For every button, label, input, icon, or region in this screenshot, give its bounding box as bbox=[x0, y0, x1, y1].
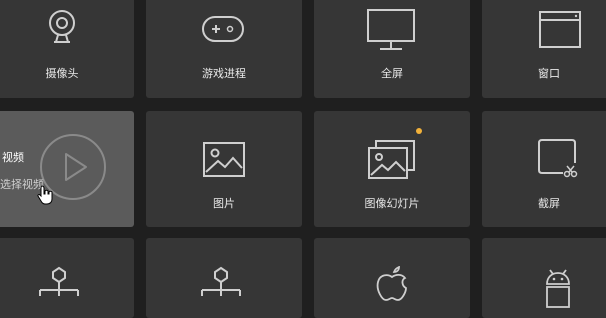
source-tile-screenshot[interactable]: 截屏 bbox=[482, 111, 606, 227]
apple-icon bbox=[376, 266, 407, 301]
hierarchy-icon bbox=[39, 266, 79, 296]
tile-label: 游戏进程 bbox=[202, 67, 246, 80]
source-tile-fullscreen[interactable]: 全屏 bbox=[314, 0, 470, 98]
source-tile-row3-1[interactable] bbox=[0, 238, 134, 318]
gamepad-icon bbox=[202, 16, 244, 42]
screenshot-crop-icon bbox=[538, 139, 578, 178]
tile-label: 截屏 bbox=[538, 197, 560, 210]
hand-cursor-icon bbox=[37, 185, 53, 205]
source-tile-row3-3[interactable] bbox=[314, 238, 470, 318]
source-tile-video[interactable]: 视频 选择视频 bbox=[0, 111, 134, 227]
source-tile-game-process[interactable]: 游戏进程 bbox=[146, 0, 302, 98]
monitor-icon bbox=[367, 9, 415, 50]
source-tile-window[interactable]: 窗口 bbox=[482, 0, 606, 98]
tile-label: 摄像头 bbox=[45, 67, 79, 80]
tile-label: 全屏 bbox=[381, 67, 403, 80]
webcam-icon bbox=[49, 10, 75, 43]
tile-label: 图片 bbox=[213, 197, 235, 210]
tile-label: 图像幻灯片 bbox=[364, 197, 420, 210]
image-icon bbox=[203, 142, 245, 177]
window-icon bbox=[539, 11, 581, 48]
source-tile-slideshow[interactable]: 图像幻灯片 bbox=[314, 111, 470, 227]
source-tile-image[interactable]: 图片 bbox=[146, 111, 302, 227]
android-icon bbox=[546, 269, 570, 308]
tile-label: 窗口 bbox=[538, 67, 560, 80]
source-tile-webcam[interactable]: 摄像头 bbox=[0, 0, 134, 98]
source-tile-row3-2[interactable] bbox=[146, 238, 302, 318]
new-badge-dot bbox=[416, 128, 422, 134]
hierarchy-icon bbox=[201, 266, 241, 296]
source-tile-row3-4[interactable] bbox=[482, 238, 606, 318]
tile-label: 视频 bbox=[2, 151, 24, 164]
slideshow-icon bbox=[368, 140, 415, 179]
